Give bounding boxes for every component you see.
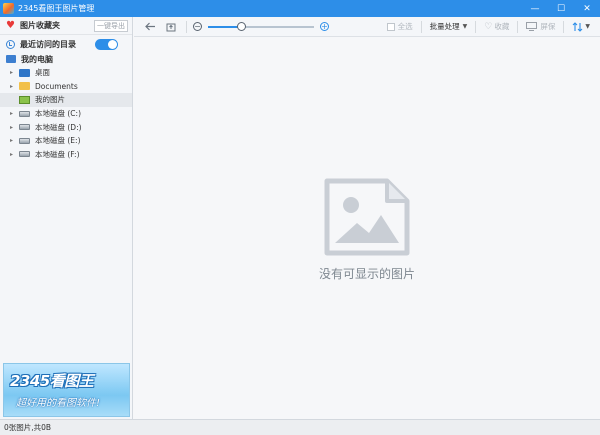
zoom-slider-rest: [242, 25, 314, 28]
window-title: 2345看图王图片管理: [18, 4, 95, 13]
my-computer-row[interactable]: 我的电脑: [0, 52, 132, 66]
toolbar-divider: [186, 20, 187, 33]
recent-dirs-label: 最近访问的目录: [20, 40, 76, 49]
tree-item-drive-e[interactable]: ▸ 本地磁盘 (E:): [0, 134, 132, 148]
maximize-button[interactable]: ☐: [548, 0, 574, 17]
title-bar: 2345看图王图片管理 — ☐ ✕: [0, 0, 600, 17]
toolbar-divider: [563, 20, 565, 33]
heart-icon: ♥: [6, 19, 15, 31]
ad-title: 2345看图王: [10, 372, 94, 390]
toolbar-divider: [475, 20, 477, 33]
heart-outline-icon[interactable]: ♡: [484, 22, 492, 32]
close-button[interactable]: ✕: [574, 0, 600, 17]
toolbar: − + 全选 批量处理 ▼ ♡ 收藏 屏保 ▼: [134, 17, 600, 37]
zoom-in-button[interactable]: +: [320, 22, 329, 31]
folder-icon: [19, 82, 30, 91]
tree-item-desktop[interactable]: ▸ 桌面: [0, 66, 132, 80]
clock-icon: [6, 40, 15, 49]
tree-item-label: 本地磁盘 (E:): [35, 136, 81, 146]
back-button[interactable]: [138, 17, 162, 37]
chevron-right-icon[interactable]: ▸: [10, 124, 17, 131]
upload-folder-icon: [166, 23, 176, 31]
favorite-button[interactable]: 收藏: [494, 21, 509, 32]
screensaver-button[interactable]: 屏保: [540, 21, 555, 32]
tree-item-my-pictures[interactable]: 我的图片: [0, 93, 132, 107]
zoom-slider[interactable]: [208, 21, 314, 31]
zoom-out-button[interactable]: −: [193, 22, 202, 31]
tree-item-drive-f[interactable]: ▸ 本地磁盘 (F:): [0, 148, 132, 162]
monitor-icon[interactable]: [526, 22, 538, 31]
ad-slogan: 超好用的看图软件!: [16, 398, 101, 409]
select-all-checkbox[interactable]: [386, 22, 395, 31]
sort-icon[interactable]: [572, 21, 583, 32]
tree-item-documents[interactable]: ▸ Documents: [0, 80, 132, 94]
tree-item-label: 本地磁盘 (D:): [35, 122, 82, 132]
chevron-right-icon[interactable]: ▸: [10, 110, 17, 117]
pictures-icon: [19, 95, 30, 104]
drive-icon: [19, 137, 30, 144]
favorites-title: 图片收藏夹: [20, 21, 60, 30]
drive-icon: [19, 124, 30, 131]
recent-dirs-row[interactable]: 最近访问的目录: [0, 37, 132, 52]
minimize-button[interactable]: —: [522, 0, 548, 17]
chevron-right-icon[interactable]: ▸: [10, 69, 17, 76]
recent-dirs-toggle[interactable]: [95, 39, 118, 50]
ad-banner[interactable]: 2345看图王 超好用的看图软件!: [3, 363, 130, 417]
zoom-slider-thumb[interactable]: [237, 21, 246, 31]
back-arrow-icon: [144, 22, 155, 31]
one-click-export-button[interactable]: 一键导出: [94, 19, 128, 32]
chevron-down-icon[interactable]: ▼: [585, 23, 590, 30]
tree-item-drive-d[interactable]: ▸ 本地磁盘 (D:): [0, 120, 132, 134]
chevron-down-icon[interactable]: ▼: [463, 23, 468, 30]
tree-item-label: 我的图片: [35, 95, 65, 105]
tree-item-label: 本地磁盘 (F:): [35, 149, 80, 159]
my-computer-label: 我的电脑: [21, 54, 53, 64]
chevron-right-icon[interactable]: ▸: [10, 83, 17, 90]
favorites-header[interactable]: ♥ 图片收藏夹 一键导出: [0, 17, 132, 35]
tree-item-label: Documents: [35, 81, 78, 91]
status-bar: 0张图片,共0B: [0, 419, 600, 435]
app-logo-icon: [3, 3, 14, 14]
open-folder-button[interactable]: [162, 17, 180, 37]
drive-icon: [19, 110, 30, 117]
tree-item-label: 桌面: [35, 68, 50, 78]
tree-item-drive-c[interactable]: ▸ 本地磁盘 (C:): [0, 107, 132, 121]
computer-icon: [6, 55, 16, 63]
tree-item-label: 本地磁盘 (C:): [35, 109, 81, 119]
image-grid-area[interactable]: 没有可显示的图片: [134, 37, 600, 419]
empty-message: 没有可显示的图片: [318, 267, 415, 281]
drive-icon: [19, 151, 30, 158]
toolbar-divider: [420, 20, 422, 33]
desktop-icon: [19, 68, 30, 77]
toolbar-right: 全选 批量处理 ▼ ♡ 收藏 屏保 ▼: [386, 17, 600, 37]
chevron-right-icon[interactable]: ▸: [10, 137, 17, 144]
window-controls: — ☐ ✕: [522, 0, 600, 17]
sidebar: ♥ 图片收藏夹 一键导出 最近访问的目录 我的电脑 ▸ 桌面 ▸ Documen…: [0, 17, 133, 419]
toolbar-divider: [517, 20, 519, 33]
batch-process-button[interactable]: 批量处理: [430, 21, 460, 32]
chevron-right-icon[interactable]: ▸: [10, 151, 17, 158]
status-text: 0张图片,共0B: [4, 423, 52, 432]
no-image-placeholder-icon: [324, 178, 410, 256]
select-all-label[interactable]: 全选: [398, 21, 413, 32]
